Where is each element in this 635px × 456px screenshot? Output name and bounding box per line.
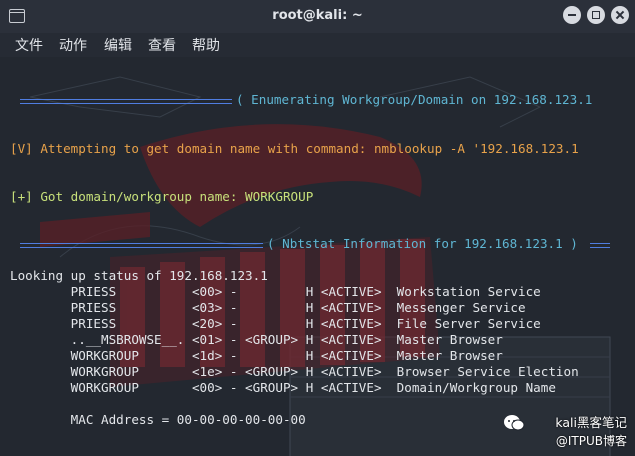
nbt-row: PRIESS <00> - H <ACTIVE> Workstation Ser… <box>10 284 541 299</box>
watermark-source: @ITPUB博客 <box>555 434 627 448</box>
window-title: root@kali: ~ <box>272 8 363 23</box>
minimize-button[interactable] <box>563 6 581 24</box>
verbose-attempt-line: [V] Attempting to get domain name with c… <box>10 141 579 156</box>
nbt-row: WORKGROUP <1d> - H <ACTIVE> Master Brows… <box>10 348 503 363</box>
nbt-row: PRIESS <03> - H <ACTIVE> Messenger Servi… <box>10 300 526 315</box>
section-header-enum: ( Enumerating Workgroup/Domain on 192.16… <box>236 92 593 107</box>
wechat-icon <box>504 415 525 431</box>
title-bar: root@kali: ~ <box>0 0 635 34</box>
nbt-row: ..__MSBROWSE__. <01> - <GROUP> H <ACTIVE… <box>10 332 503 347</box>
menu-action[interactable]: 动作 <box>59 35 87 55</box>
menu-help[interactable]: 帮助 <box>192 35 220 55</box>
section-divider <box>590 243 610 248</box>
menu-file[interactable]: 文件 <box>15 35 43 55</box>
nbt-row: PRIESS <20> - H <ACTIVE> File Server Ser… <box>10 316 541 331</box>
maximize-button[interactable] <box>587 6 605 24</box>
nbt-row: WORKGROUP <1e> - <GROUP> H <ACTIVE> Brow… <box>10 364 579 379</box>
close-button[interactable] <box>611 6 629 24</box>
terminal-window: root@kali: ~ 文件 动作 编辑 查看 帮助 (Enumeratin… <box>0 0 635 456</box>
got-domain-line: [+] Got domain/workgroup name: WORKGROUP <box>10 189 314 204</box>
section-divider <box>20 243 263 248</box>
watermark-title: kali黑客笔记 <box>555 415 627 430</box>
lookup-line: Looking up status of 192.168.123.1 <box>10 268 268 283</box>
mac-address-line: MAC Address = 00-00-00-00-00-00 <box>10 412 306 427</box>
menu-bar: 文件 动作 编辑 查看 帮助 <box>0 33 635 57</box>
section-header-nbtstat: ( Nbtstat Information for 192.168.123.1 … <box>267 236 578 251</box>
section-divider <box>20 99 232 104</box>
kali-dragon-background <box>29 76 611 456</box>
nbt-row: WORKGROUP <00> - <GROUP> H <ACTIVE> Doma… <box>10 380 556 395</box>
menu-edit[interactable]: 编辑 <box>104 35 132 55</box>
menu-view[interactable]: 查看 <box>148 35 176 55</box>
